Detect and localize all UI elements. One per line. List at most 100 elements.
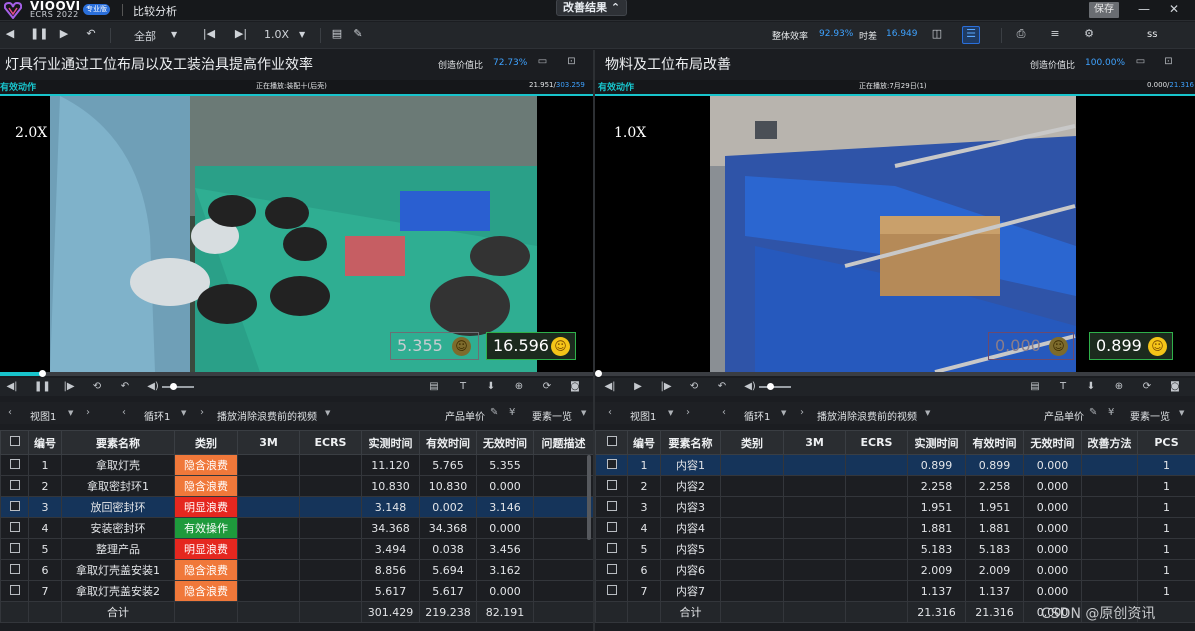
element-name[interactable]: 内容2 xyxy=(660,475,721,497)
view-select[interactable]: 视图1 xyxy=(30,408,56,423)
result-tab[interactable]: 改善结果 ⌃ xyxy=(556,0,628,16)
overview-select[interactable]: 要素一览 xyxy=(1130,408,1170,423)
category-cell[interactable] xyxy=(720,580,784,602)
measured-time[interactable]: 8.856 xyxy=(361,559,420,581)
cell-3m[interactable] xyxy=(237,454,300,476)
split-view-icon[interactable]: ◫ xyxy=(930,27,944,41)
row-select[interactable] xyxy=(0,580,29,602)
element-name[interactable]: 放回密封环 xyxy=(61,496,175,518)
category-badge[interactable]: 隐含浪费 xyxy=(174,475,238,497)
checkbox[interactable] xyxy=(9,458,20,469)
skip-start-icon[interactable]: |◀ xyxy=(202,27,216,41)
row-select[interactable] xyxy=(595,517,628,539)
table-row[interactable]: 3 放回密封环 明显浪费 3.148 0.002 3.146 xyxy=(0,496,594,518)
row-select[interactable] xyxy=(595,580,628,602)
ineffective-time[interactable]: 3.146 xyxy=(476,496,534,518)
improvement-method[interactable] xyxy=(1081,538,1138,560)
chevron-right-icon[interactable]: › xyxy=(200,407,204,418)
checkbox[interactable] xyxy=(606,479,617,490)
row-number[interactable]: 3 xyxy=(627,496,661,518)
video-progress[interactable] xyxy=(595,370,1195,377)
ineffective-time[interactable]: 3.456 xyxy=(476,538,534,560)
chevron-down-icon[interactable]: ▼ xyxy=(925,409,930,417)
total-effective[interactable]: 219.238 xyxy=(419,601,477,623)
play-icon[interactable]: ▶ xyxy=(57,27,71,41)
improvement-method[interactable] xyxy=(1081,580,1138,602)
effective-time[interactable]: 34.368 xyxy=(419,517,477,539)
col-header[interactable]: 有效时间 xyxy=(965,430,1024,455)
cell-3m[interactable] xyxy=(783,559,846,581)
element-name[interactable]: 整理产品 xyxy=(61,538,175,560)
pcs-count[interactable]: 1 xyxy=(1137,538,1195,560)
cell-3m[interactable] xyxy=(783,517,846,539)
table-row[interactable]: 5 内容5 5.183 5.183 0.000 1 xyxy=(595,538,1195,560)
row-number[interactable]: 1 xyxy=(28,454,62,476)
cell-ecrs[interactable] xyxy=(299,538,362,560)
category-badge[interactable]: 隐含浪费 xyxy=(174,559,238,581)
checkbox[interactable] xyxy=(606,563,617,574)
measured-time[interactable]: 10.830 xyxy=(361,475,420,497)
cell-ecrs[interactable] xyxy=(845,559,908,581)
cell-3m[interactable] xyxy=(783,580,846,602)
row-number[interactable]: 5 xyxy=(28,538,62,560)
overview-select[interactable]: 要素一览 xyxy=(532,408,572,423)
user-name[interactable]: ss xyxy=(1147,29,1157,40)
problem-description[interactable] xyxy=(533,517,594,539)
loop-icon[interactable]: ⟲ xyxy=(90,380,104,394)
col-header[interactable]: 问题描述 xyxy=(533,430,594,455)
pcs-count[interactable]: 1 xyxy=(1137,580,1195,602)
chevron-right-icon[interactable]: › xyxy=(86,407,90,418)
document-icon[interactable]: ▤ xyxy=(427,380,441,394)
save-button[interactable]: 保存 xyxy=(1089,2,1119,18)
video-export-icon[interactable]: ⊡ xyxy=(564,56,579,69)
pcs-count[interactable]: 1 xyxy=(1137,454,1195,476)
cell-ecrs[interactable] xyxy=(845,475,908,497)
col-header[interactable]: 编号 xyxy=(627,430,661,455)
zoom-icon[interactable]: ⊕ xyxy=(512,380,526,394)
chevron-down-icon[interactable]: ▼ xyxy=(668,409,673,417)
select-all-header[interactable] xyxy=(595,430,628,455)
problem-description[interactable] xyxy=(533,454,594,476)
table-row[interactable]: 4 安装密封环 有效操作 34.368 34.368 0.000 xyxy=(0,517,594,539)
total-label[interactable]: 合计 xyxy=(61,601,175,623)
improvement-method[interactable] xyxy=(1081,475,1138,497)
pen-icon[interactable]: ✎ xyxy=(351,27,365,41)
col-header[interactable]: 改善方法 xyxy=(1081,430,1138,455)
table-row[interactable]: 1 拿取灯壳 隐含浪费 11.120 5.765 5.355 xyxy=(0,454,594,476)
chevron-down-icon[interactable]: ▼ xyxy=(171,30,177,39)
cell-3m[interactable] xyxy=(783,538,846,560)
measured-time[interactable]: 3.494 xyxy=(361,538,420,560)
row-number[interactable]: 2 xyxy=(28,475,62,497)
row-number[interactable]: 6 xyxy=(627,559,661,581)
checkbox[interactable] xyxy=(9,436,20,446)
refresh-icon[interactable]: ⟳ xyxy=(540,380,554,394)
total-label[interactable]: 合计 xyxy=(660,601,721,623)
row-select[interactable] xyxy=(595,496,628,518)
row-number[interactable]: 7 xyxy=(627,580,661,602)
col-header[interactable]: 实测时间 xyxy=(361,430,420,455)
effective-time[interactable]: 0.899 xyxy=(965,454,1024,476)
element-name[interactable]: 拿取灯壳 xyxy=(61,454,175,476)
gear-icon[interactable]: ⚙ xyxy=(1082,27,1096,41)
checkbox[interactable] xyxy=(606,458,617,469)
checkbox[interactable] xyxy=(606,521,617,532)
row-select[interactable] xyxy=(595,538,628,560)
category-badge[interactable]: 隐含浪费 xyxy=(174,454,238,476)
undo-icon[interactable]: ↶ xyxy=(118,380,132,394)
measured-time[interactable]: 2.009 xyxy=(907,559,966,581)
row-number[interactable]: 4 xyxy=(28,517,62,539)
col-header[interactable]: 编号 xyxy=(28,430,62,455)
download-icon[interactable]: ⬇ xyxy=(484,380,498,394)
element-name[interactable]: 安装密封环 xyxy=(61,517,175,539)
ineffective-time[interactable]: 0.000 xyxy=(1023,517,1082,539)
step-forward-icon[interactable]: |▶ xyxy=(659,380,673,394)
chevron-down-icon[interactable]: ▼ xyxy=(68,409,73,417)
zoom-icon[interactable]: ⊕ xyxy=(1112,380,1126,394)
category-badge[interactable]: 隐含浪费 xyxy=(174,580,238,602)
checkbox[interactable] xyxy=(606,436,617,446)
checkbox[interactable] xyxy=(9,542,20,553)
row-select[interactable] xyxy=(595,454,628,476)
checkbox[interactable] xyxy=(606,500,617,511)
row-select[interactable] xyxy=(595,559,628,581)
folder-icon[interactable]: ▭ xyxy=(535,56,550,69)
